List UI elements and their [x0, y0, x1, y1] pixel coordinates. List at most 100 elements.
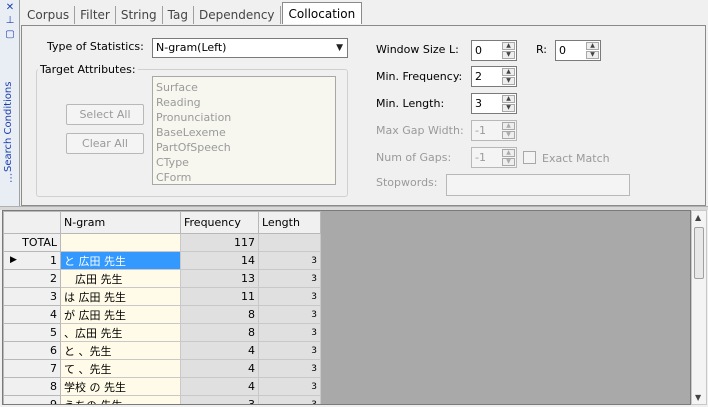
ngram-cell[interactable]: 学校 の 先生 — [60, 377, 181, 396]
pin-icon[interactable]: ⊥ — [5, 16, 15, 26]
restore-icon[interactable]: ▢ — [5, 30, 15, 40]
target-attributes-label: Target Attributes: — [38, 63, 138, 76]
tab-string[interactable]: String — [116, 6, 163, 24]
list-item[interactable]: Reading — [156, 95, 332, 110]
vertical-scrollbar[interactable]: ▲ ▼ — [691, 210, 707, 405]
window-size-r-label: R: — [536, 43, 548, 56]
min-frequency-value: 2 — [475, 70, 482, 83]
ngram-cell[interactable]: と 、先生 — [60, 341, 181, 360]
row-number: 5 — [3, 323, 61, 342]
row-number: 6 — [3, 341, 61, 360]
scrollbar-thumb[interactable] — [694, 227, 704, 279]
list-item[interactable]: Pronunciation — [156, 110, 332, 125]
table-row[interactable]: 6 と 、先生 4 3 — [3, 341, 321, 360]
min-frequency-stepper[interactable]: 2 ▲ ▼ — [471, 66, 517, 87]
frequency-cell: 11 — [180, 287, 259, 306]
window-size-r-value: 0 — [559, 44, 566, 57]
frequency-cell: 14 — [180, 251, 259, 270]
total-frequency: 117 — [180, 233, 259, 252]
chevron-up-icon[interactable]: ▲ — [502, 149, 515, 157]
chevron-down-icon[interactable]: ▼ — [586, 51, 599, 59]
column-header-length[interactable]: Length — [258, 211, 321, 234]
scroll-down-icon[interactable]: ▼ — [695, 393, 701, 402]
total-label: TOTAL — [3, 233, 61, 252]
min-length-stepper[interactable]: 3 ▲ ▼ — [471, 93, 517, 114]
num-gaps-stepper[interactable]: -1 ▲ ▼ — [471, 147, 517, 168]
table-row[interactable]: 9 うちの 先生 3 3 — [3, 395, 321, 404]
list-item[interactable]: BaseLexeme — [156, 125, 332, 140]
column-header-ngram[interactable]: N-gram — [60, 211, 181, 234]
stopwords-input[interactable] — [446, 174, 630, 196]
chevron-down-icon[interactable]: ▼ — [336, 39, 343, 57]
max-gap-width-stepper[interactable]: -1 ▲ ▼ — [471, 120, 517, 141]
select-all-button[interactable]: Select All — [66, 104, 144, 125]
num-gaps-label: Num of Gaps: — [376, 151, 452, 164]
row-number: 4 — [3, 305, 61, 324]
column-header-frequency[interactable]: Frequency — [180, 211, 259, 234]
tab-tag[interactable]: Tag — [163, 6, 194, 24]
row-header-corner — [3, 211, 61, 234]
window-size-l-stepper[interactable]: 0 ▲ ▼ — [471, 40, 517, 61]
min-length-label: Min. Length: — [376, 97, 445, 110]
grip-icon[interactable]: ⋮ — [6, 174, 16, 184]
table-row[interactable]: 5 、広田 先生 8 3 — [3, 323, 321, 342]
exact-match-checkbox[interactable] — [523, 151, 536, 164]
total-ngram-cell — [60, 233, 181, 252]
chevron-down-icon[interactable]: ▼ — [502, 158, 515, 166]
frequency-cell: 8 — [180, 323, 259, 342]
ngram-cell[interactable]: て 、先生 — [60, 359, 181, 378]
scroll-up-icon[interactable]: ▲ — [695, 213, 701, 222]
chevron-up-icon[interactable]: ▲ — [586, 42, 599, 50]
length-cell: 3 — [258, 323, 321, 342]
window-size-l-value: 0 — [475, 44, 482, 57]
tab-corpus[interactable]: Corpus — [22, 6, 76, 24]
chevron-down-icon[interactable]: ▼ — [502, 77, 515, 85]
chevron-up-icon[interactable]: ▲ — [502, 42, 515, 50]
total-length — [258, 233, 321, 252]
close-icon[interactable]: ✕ — [5, 3, 15, 13]
chevron-up-icon[interactable]: ▲ — [502, 122, 515, 130]
side-panel-title: Search Conditions — [3, 81, 14, 172]
tab-filter[interactable]: Filter — [75, 6, 116, 24]
length-cell: 3 — [258, 341, 321, 360]
list-item[interactable]: Surface — [156, 80, 332, 95]
total-row: TOTAL 117 — [3, 233, 321, 252]
chevron-down-icon[interactable]: ▼ — [502, 51, 515, 59]
table-row[interactable]: 8 学校 の 先生 4 3 — [3, 377, 321, 396]
ngram-cell[interactable]: うちの 先生 — [60, 395, 181, 404]
chevron-up-icon[interactable]: ▲ — [502, 95, 515, 103]
ngram-cell[interactable]: と 広田 先生 — [60, 251, 181, 270]
tab-collocation[interactable]: Collocation — [281, 2, 363, 24]
ngram-cell[interactable]: 広田 先生 — [60, 269, 181, 288]
table-row[interactable]: 2 広田 先生 13 3 — [3, 269, 321, 288]
table-row[interactable]: 4 が 広田 先生 8 3 — [3, 305, 321, 324]
window-size-r-stepper[interactable]: 0 ▲ ▼ — [555, 40, 601, 61]
tab-dependency[interactable]: Dependency — [194, 6, 281, 24]
length-cell: 3 — [258, 395, 321, 404]
chevron-down-icon[interactable]: ▼ — [502, 131, 515, 139]
row-number: ▶ 1 — [3, 251, 61, 270]
table-row[interactable]: 3 は 広田 先生 11 3 — [3, 287, 321, 306]
statistics-type-select[interactable]: N-gram(Left) ▼ — [152, 38, 348, 58]
chevron-down-icon[interactable]: ▼ — [502, 104, 515, 112]
min-frequency-label: Min. Frequency: — [376, 70, 463, 83]
results-grid: N-gram Frequency Length TOTAL 117 ▶ 1 と 広… — [2, 210, 691, 405]
ngram-cell[interactable]: 、広田 先生 — [60, 323, 181, 342]
tab-bar: Corpus Filter String Tag Dependency Coll… — [22, 2, 363, 24]
window-size-l-label: Window Size L: — [376, 43, 459, 56]
statistics-type-value: N-gram(Left) — [156, 41, 227, 54]
table-row[interactable]: 7 て 、先生 4 3 — [3, 359, 321, 378]
ngram-cell[interactable]: は 広田 先生 — [60, 287, 181, 306]
row-number: 8 — [3, 377, 61, 396]
clear-all-button[interactable]: Clear All — [66, 133, 144, 154]
chevron-up-icon[interactable]: ▲ — [502, 68, 515, 76]
list-item[interactable]: PartOfSpeech — [156, 140, 332, 155]
attribute-list[interactable]: Surface Reading Pronunciation BaseLexeme… — [152, 76, 336, 185]
frequency-cell: 4 — [180, 359, 259, 378]
table-row[interactable]: ▶ 1 と 広田 先生 14 3 — [3, 251, 321, 270]
ngram-cell[interactable]: が 広田 先生 — [60, 305, 181, 324]
list-item[interactable]: CForm — [156, 170, 332, 184]
frequency-cell: 4 — [180, 341, 259, 360]
list-item[interactable]: CType — [156, 155, 332, 170]
max-gap-width-value: -1 — [475, 124, 486, 137]
